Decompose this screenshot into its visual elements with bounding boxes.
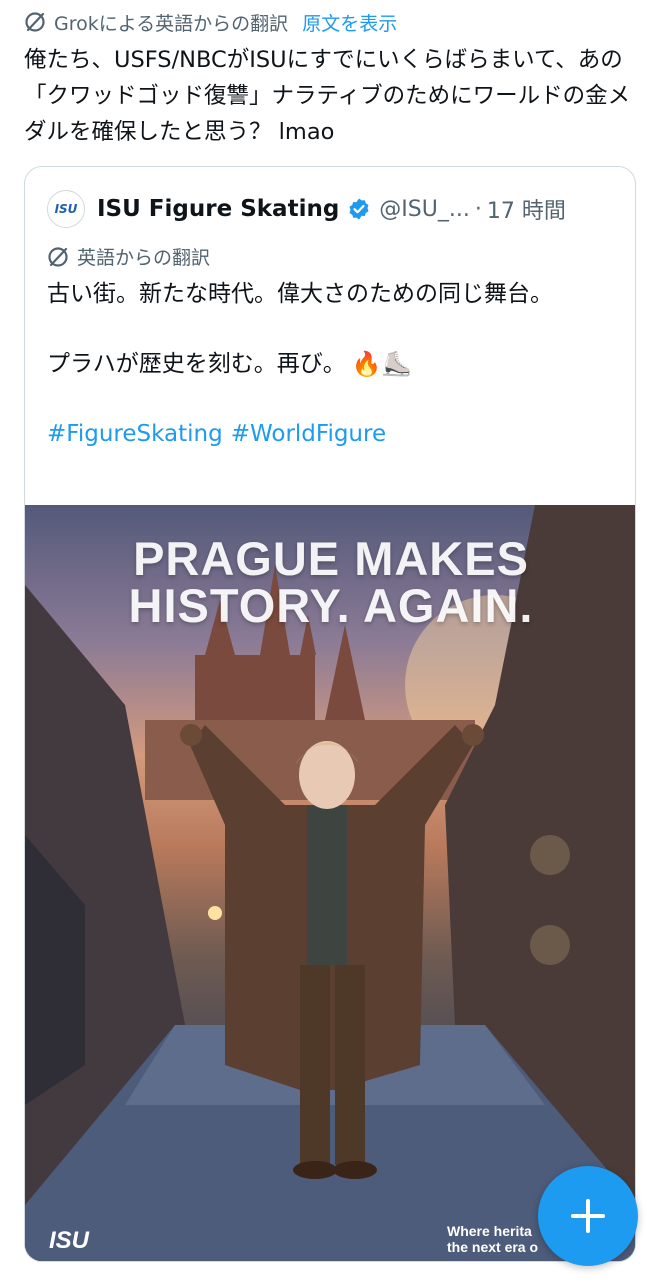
quoted-tweet-body: 古い街。新たな時代。偉大さのための同じ舞台。 プラハが歴史を刻む。再び。 🔥⛸️… (47, 277, 597, 452)
quoted-tweet-header: ISU ISU Figure Skating @ISU_... · 17 時間 (47, 189, 617, 229)
quoted-tweet[interactable]: ISU ISU Figure Skating @ISU_... · 17 時間 … (24, 166, 636, 1262)
grok-translate-icon (25, 12, 45, 32)
fire-skate-emoji: 🔥⛸️ (351, 350, 412, 378)
poster-tagline: Where herita the next era o (447, 1223, 538, 1255)
poster-image[interactable]: PRAGUE MAKES HISTORY. AGAIN. ISU Where h… (25, 505, 635, 1261)
grok-translation-bar: Grokによる英語からの翻訳 原文を表示 (24, 6, 397, 38)
plus-icon (571, 1199, 605, 1233)
hashtag-link[interactable]: #WorldFigure (231, 421, 386, 447)
author-name[interactable]: ISU Figure Skating (97, 196, 339, 222)
poster-tagline-1: Where herita (447, 1223, 532, 1239)
translated-from-english: 英語からの翻訳 (47, 243, 210, 270)
hashtags: #FigureSkating #WorldFigure (47, 417, 597, 452)
avatar[interactable]: ISU (47, 190, 85, 228)
poster-headline-2: HISTORY. AGAIN. (128, 579, 534, 632)
quote-line-2-row: プラハが歴史を刻む。再び。 🔥⛸️ (47, 347, 597, 382)
astronomical-clock (530, 835, 570, 875)
compose-button[interactable] (538, 1166, 638, 1266)
poster-tagline-2: the next era o (447, 1239, 539, 1255)
translated-by-label: Grokによる英語からの翻訳 (54, 12, 289, 35)
show-original-link[interactable]: 原文を表示 (302, 9, 397, 36)
tweet-text: 俺たち、USFS/NBCがISUにすでにいくらばらまいて、あの「クワッドゴッド復… (24, 47, 631, 145)
separator-dot: · (474, 196, 482, 222)
translated-label: 英語からの翻訳 (77, 247, 211, 269)
quote-line-1: 古い街。新たな時代。偉大さのための同じ舞台。 (47, 281, 553, 307)
quote-line-2: プラハが歴史を刻む。再び。 (47, 351, 346, 377)
grok-translate-icon (48, 246, 68, 267)
isu-logo: ISU (49, 1227, 90, 1254)
timestamp[interactable]: 17 時間 (487, 193, 566, 225)
verified-badge-icon (347, 197, 371, 221)
street-lamp (208, 906, 222, 920)
hashtag-link[interactable]: #FigureSkating (47, 421, 223, 447)
author-handle[interactable]: @ISU_... (379, 197, 470, 222)
avatar-logo-text: ISU (54, 202, 78, 216)
